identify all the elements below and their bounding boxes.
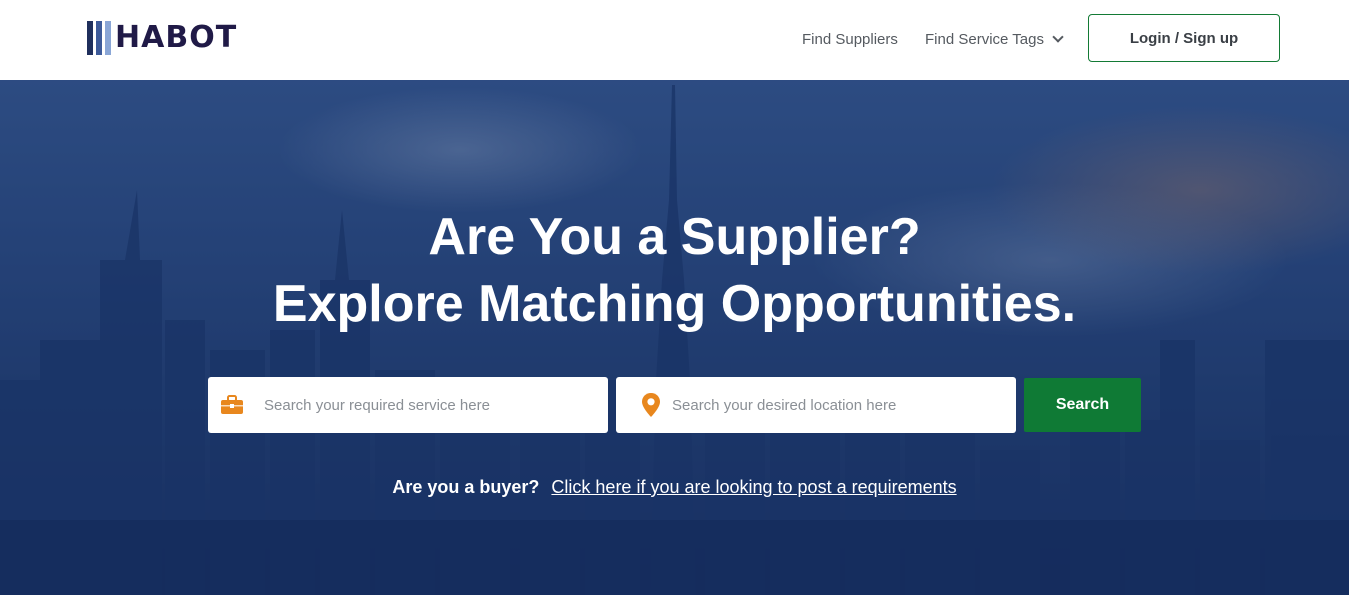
location-search-input[interactable]	[672, 390, 992, 420]
briefcase-icon	[208, 377, 264, 433]
logo-bars	[87, 21, 111, 55]
site-header: HABOT Find Suppliers Find Service Tags L…	[0, 0, 1349, 80]
buyer-question: Are you a buyer?	[392, 477, 540, 497]
nav-find-service-tags-label: Find Service Tags	[925, 30, 1044, 48]
logo-text: HABOT	[115, 20, 238, 55]
chevron-down-icon	[1052, 31, 1064, 43]
hero-overlay	[0, 80, 1349, 595]
hero-title: Are You a Supplier?	[428, 208, 921, 266]
location-search-box	[616, 377, 1016, 433]
buyer-prompt: Are you a buyer? Click here if you are l…	[0, 476, 1349, 498]
service-search-input[interactable]	[264, 390, 584, 420]
nav-find-suppliers[interactable]: Find Suppliers	[802, 29, 898, 49]
map-pin-icon	[616, 377, 672, 433]
search-button[interactable]: Search	[1024, 378, 1141, 432]
login-signup-button[interactable]: Login / Sign up	[1088, 14, 1280, 62]
hero-section: Are You a Supplier? Explore Matching Opp…	[0, 80, 1349, 595]
service-search-box	[208, 377, 608, 433]
hero-subtitle: Explore Matching Opportunities.	[272, 275, 1077, 333]
habot-logo[interactable]: HABOT	[87, 21, 237, 55]
post-requirements-link[interactable]: Click here if you are looking to post a …	[551, 476, 956, 498]
nav-find-service-tags[interactable]: Find Service Tags	[925, 29, 1064, 49]
